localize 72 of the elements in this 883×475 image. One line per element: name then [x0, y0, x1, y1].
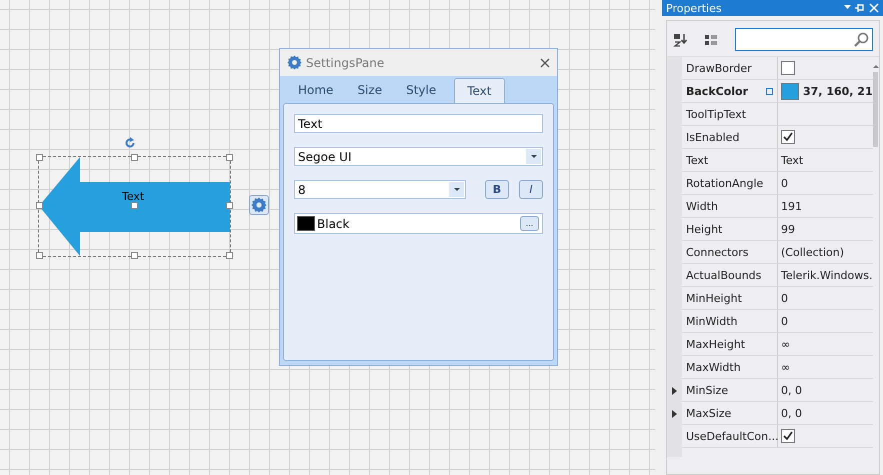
pane-tab[interactable]: Size	[345, 83, 394, 103]
color-swatch[interactable]	[781, 82, 799, 100]
property-name: BackColor	[682, 80, 778, 103]
color-picker[interactable]: Black ...	[294, 213, 543, 234]
property-value[interactable]: ∞	[781, 360, 790, 374]
property-name: ActualBounds	[682, 264, 778, 287]
property-value[interactable]: Telerik.Windows.	[781, 268, 872, 282]
property-name: RotationAngle	[682, 172, 778, 195]
pane-tab[interactable]: Style	[394, 83, 448, 103]
resize-handle[interactable]	[131, 154, 138, 161]
checkbox[interactable]	[781, 130, 795, 144]
property-name: MaxSize	[682, 402, 778, 425]
close-icon[interactable]	[540, 58, 550, 68]
property-name: MinHeight	[682, 287, 778, 310]
shape-label: Text	[122, 190, 144, 203]
resize-handle[interactable]	[36, 252, 43, 259]
text-field[interactable]: Text	[294, 114, 543, 133]
property-name: MinSize	[682, 379, 778, 402]
connector-handle[interactable]	[131, 202, 138, 209]
modified-marker-icon	[766, 88, 773, 95]
property-value[interactable]: 99	[781, 222, 795, 236]
panel-controls-icon[interactable]	[844, 3, 880, 13]
property-name: Text	[682, 149, 778, 172]
bold-button[interactable]: B	[485, 180, 509, 199]
pane-title: SettingsPane	[306, 56, 386, 70]
property-value[interactable]: Text	[781, 154, 804, 166]
property-value[interactable]: 0	[781, 176, 788, 190]
resize-handle[interactable]	[226, 202, 233, 209]
property-name: ToolTipText	[682, 103, 778, 126]
pane-tab[interactable]: Text	[454, 78, 504, 104]
property-value[interactable]: ∞	[781, 338, 790, 350]
property-value[interactable]: 0	[781, 292, 788, 304]
more-button[interactable]: ...	[520, 216, 539, 231]
checkbox[interactable]	[781, 61, 795, 75]
property-value[interactable]: 0, 0	[781, 406, 802, 420]
property-name: Width	[682, 195, 778, 218]
color-name: Black	[317, 216, 350, 230]
arrow-shape[interactable]: Text	[39, 157, 230, 256]
property-name: UseDefaultCon...	[682, 425, 778, 448]
rotate-icon[interactable]	[124, 137, 136, 149]
search-field[interactable]	[735, 28, 873, 51]
categorized-icon[interactable]	[704, 32, 718, 46]
checkbox[interactable]	[781, 429, 795, 443]
property-name: DrawBorder	[682, 57, 778, 80]
property-value[interactable]: 0, 0	[781, 384, 802, 396]
property-value[interactable]: (Collection)	[781, 246, 844, 258]
property-name: IsEnabled	[682, 126, 778, 149]
settings-button[interactable]	[249, 195, 269, 215]
search-icon	[853, 32, 869, 48]
expand-icon[interactable]	[672, 386, 677, 394]
property-name: MinWidth	[682, 310, 778, 333]
font-dropdown[interactable]: Segoe UI	[294, 147, 543, 166]
font-size-dropdown[interactable]: 8	[294, 180, 466, 199]
property-name: Connectors	[682, 241, 778, 264]
resize-handle[interactable]	[36, 154, 43, 161]
italic-button[interactable]: I	[519, 180, 543, 199]
property-value[interactable]: 191	[781, 200, 802, 212]
resize-handle[interactable]	[36, 202, 43, 209]
gear-icon	[251, 197, 267, 213]
property-value[interactable]: 0	[781, 314, 788, 328]
resize-handle[interactable]	[226, 252, 233, 259]
property-name: MaxWidth	[682, 356, 778, 379]
expand-icon[interactable]	[672, 410, 677, 418]
property-value: 37, 160, 21	[803, 84, 873, 98]
property-name: MaxHeight	[682, 333, 778, 356]
gear-icon	[287, 55, 302, 70]
pane-tab[interactable]: Home	[286, 83, 346, 103]
resize-handle[interactable]	[226, 154, 233, 161]
resize-handle[interactable]	[131, 252, 138, 259]
panel-title: Properties	[666, 2, 722, 14]
sort-alphabetical-icon[interactable]	[673, 32, 687, 46]
property-name: Height	[682, 218, 778, 241]
